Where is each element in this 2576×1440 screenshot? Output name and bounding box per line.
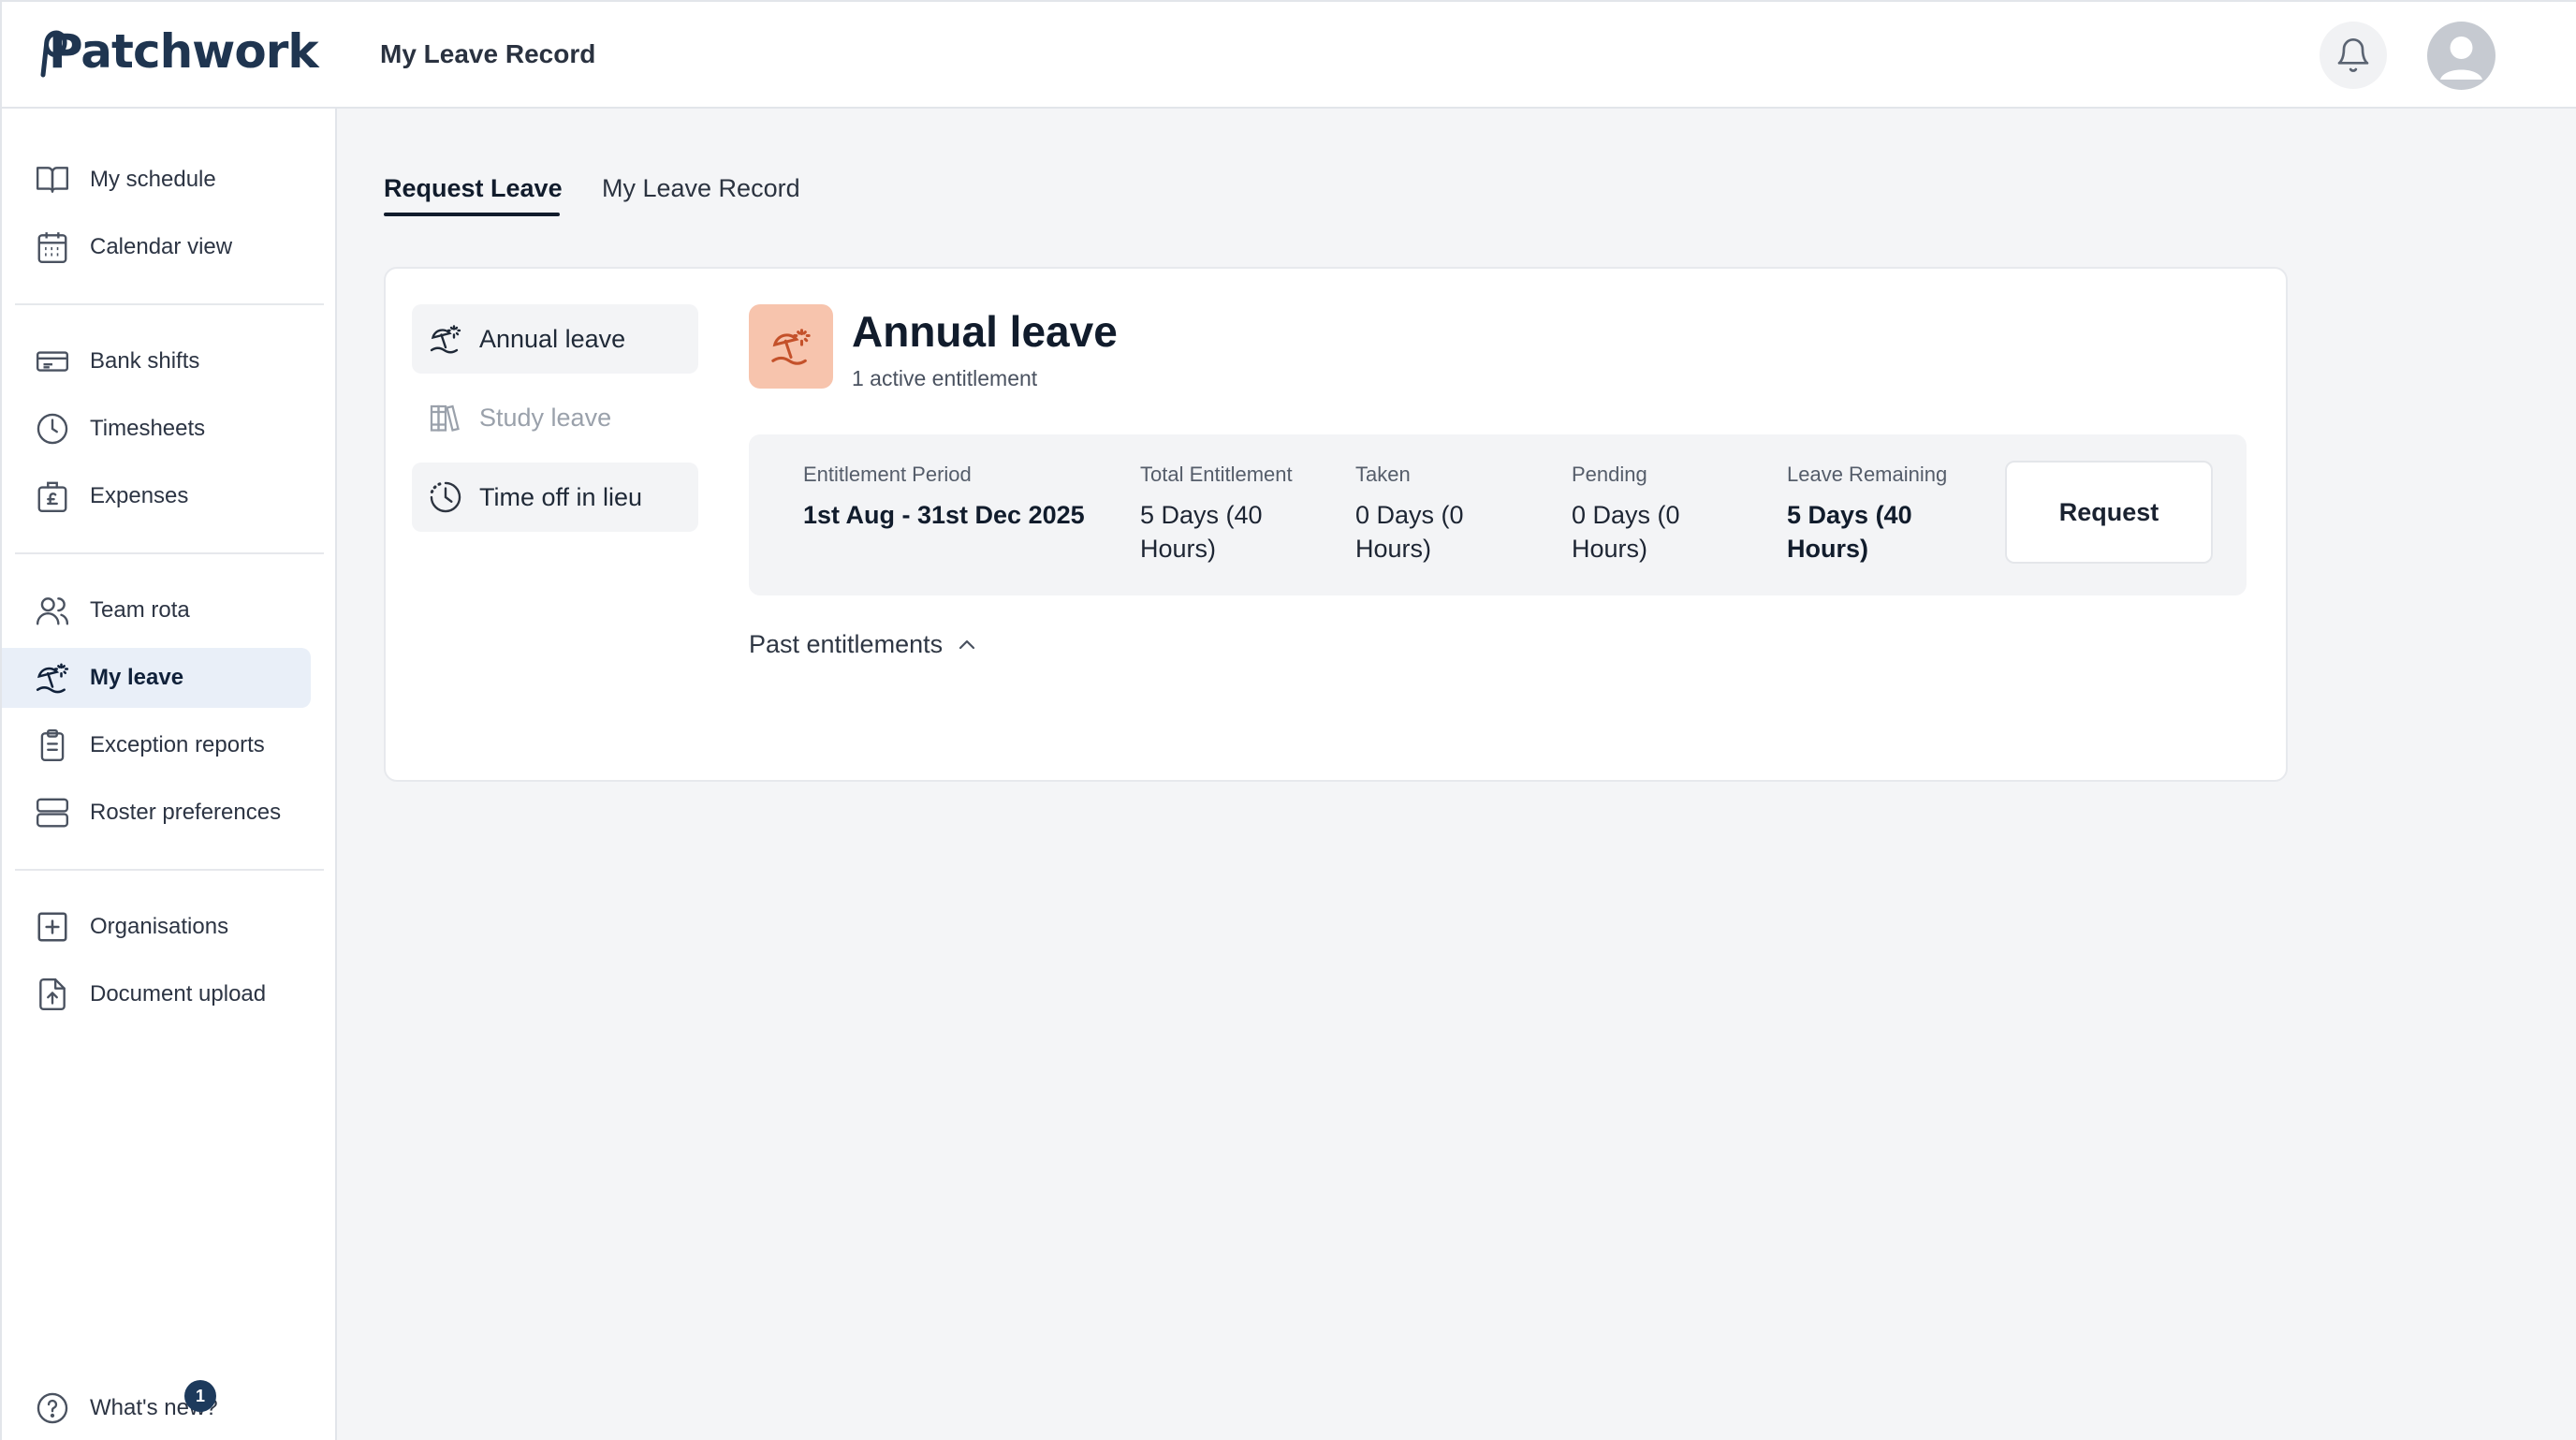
logo-text: Patchwork <box>49 24 319 79</box>
beach-umbrella-icon <box>32 657 73 698</box>
leave-type-toil[interactable]: Time off in lieu <box>412 463 698 532</box>
pending-label: Pending <box>1572 463 1647 486</box>
entitlement-period: Entitlement Period 1st Aug - 31st Dec 20… <box>803 463 1121 532</box>
tab-my-leave-record[interactable]: My Leave Record <box>602 174 800 203</box>
user-avatar-icon <box>2440 37 2482 80</box>
help-circle-icon <box>32 1388 73 1429</box>
sidebar-item-label: Expenses <box>90 483 189 508</box>
bell-icon <box>2337 38 2369 72</box>
sidebar-item-label: My leave <box>90 665 184 690</box>
sidebar-item-label: My schedule <box>90 167 216 192</box>
leave-detail-title: Annual leave <box>852 307 1118 356</box>
leave-detail-subtitle: 1 active entitlement <box>852 366 1038 390</box>
sidebar: My schedule Calendar view Bank shifts Ti… <box>0 109 337 1440</box>
plus-square-icon <box>32 906 73 948</box>
sidebar-divider <box>15 303 324 305</box>
whats-new-link[interactable]: What's new? <box>2 1378 311 1438</box>
chevron-up-icon <box>956 634 978 656</box>
taken-value: 0 Days (0 Hours) <box>1355 501 1464 563</box>
sidebar-item-timesheets[interactable]: Timesheets <box>2 399 311 459</box>
whats-new-badge: 1 <box>184 1380 216 1412</box>
tab-request-leave[interactable]: Request Leave <box>384 174 563 203</box>
sidebar-item-exception-reports[interactable]: Exception reports <box>2 715 311 775</box>
users-icon <box>32 590 73 631</box>
leave-type-label: Time off in lieu <box>479 482 643 511</box>
leave-remaining-label: Leave Remaining <box>1787 463 1948 486</box>
leave-card: Annual leave Study leave Time off in lie… <box>384 267 2288 782</box>
sidebar-item-label: Timesheets <box>90 416 206 441</box>
leave-type-label: Study leave <box>479 403 612 432</box>
sidebar-item-team-rota[interactable]: Team rota <box>2 580 311 640</box>
pending-value: 0 Days (0 Hours) <box>1572 501 1680 563</box>
ticket-icon <box>32 341 73 382</box>
beach-umbrella-icon <box>427 320 464 358</box>
notifications-button[interactable] <box>2320 22 2387 89</box>
annual-leave-badge <box>749 304 833 389</box>
leave-remaining-value: 5 Days (40 Hours) <box>1787 501 1912 563</box>
entitlement-period-value: 1st Aug - 31st Dec 2025 <box>803 501 1085 529</box>
taken: Taken 0 Days (0 Hours) <box>1355 463 1543 566</box>
sidebar-item-roster-preferences[interactable]: Roster preferences <box>2 783 311 843</box>
sidebar-item-calendar-view[interactable]: Calendar view <box>2 217 311 277</box>
sidebar-item-label: Calendar view <box>90 234 233 259</box>
layout-rows-icon <box>32 792 73 833</box>
taken-label: Taken <box>1355 463 1411 486</box>
sidebar-item-label: Roster preferences <box>90 800 282 825</box>
total-entitlement-value: 5 Days (40 Hours) <box>1140 501 1263 563</box>
sidebar-item-expenses[interactable]: Expenses <box>2 466 311 526</box>
leave-type-annual[interactable]: Annual leave <box>412 304 698 374</box>
profile-avatar[interactable] <box>2427 22 2496 90</box>
sidebar-item-my-leave[interactable]: My leave <box>2 648 311 708</box>
leave-type-label: Annual leave <box>479 324 626 353</box>
clipboard-icon <box>32 725 73 766</box>
past-entitlements-label: Past entitlements <box>749 630 944 658</box>
calendar-icon <box>32 227 73 268</box>
sidebar-item-label: Organisations <box>90 914 229 939</box>
sidebar-divider <box>15 869 324 871</box>
clock-dashed-icon <box>427 478 464 516</box>
sidebar-item-label: Team rota <box>90 597 190 623</box>
entitlement-summary: Entitlement Period 1st Aug - 31st Dec 20… <box>749 434 2247 595</box>
book-icon <box>32 159 73 200</box>
sidebar-item-label: Exception reports <box>90 732 265 757</box>
file-upload-icon <box>32 974 73 1015</box>
past-entitlements-toggle[interactable]: Past entitlements <box>749 630 978 659</box>
pending: Pending 0 Days (0 Hours) <box>1572 463 1759 566</box>
sidebar-item-label: Bank shifts <box>90 348 200 374</box>
leave-type-study[interactable]: Study leave <box>412 383 698 452</box>
sidebar-divider <box>15 552 324 554</box>
sidebar-item-document-upload[interactable]: Document upload <box>2 964 311 1024</box>
leave-remaining: Leave Remaining 5 Days (40 Hours) <box>1787 463 1974 566</box>
active-tab-indicator <box>384 213 560 216</box>
books-icon <box>427 399 464 436</box>
sidebar-item-organisations[interactable]: Organisations <box>2 897 311 957</box>
total-entitlement: Total Entitlement 5 Days (40 Hours) <box>1140 463 1327 566</box>
total-entitlement-label: Total Entitlement <box>1140 463 1293 486</box>
clock-icon <box>32 408 73 449</box>
request-button[interactable]: Request <box>2005 461 2213 564</box>
pound-bag-icon <box>32 476 73 517</box>
entitlement-period-label: Entitlement Period <box>803 463 972 486</box>
sidebar-item-bank-shifts[interactable]: Bank shifts <box>2 331 311 391</box>
top-bar: Patchwork My Leave Record <box>0 0 2576 109</box>
sidebar-item-my-schedule[interactable]: My schedule <box>2 150 311 210</box>
sidebar-item-label: Document upload <box>90 981 267 1007</box>
beach-umbrella-icon <box>771 329 811 365</box>
page-title: My Leave Record <box>380 39 596 68</box>
